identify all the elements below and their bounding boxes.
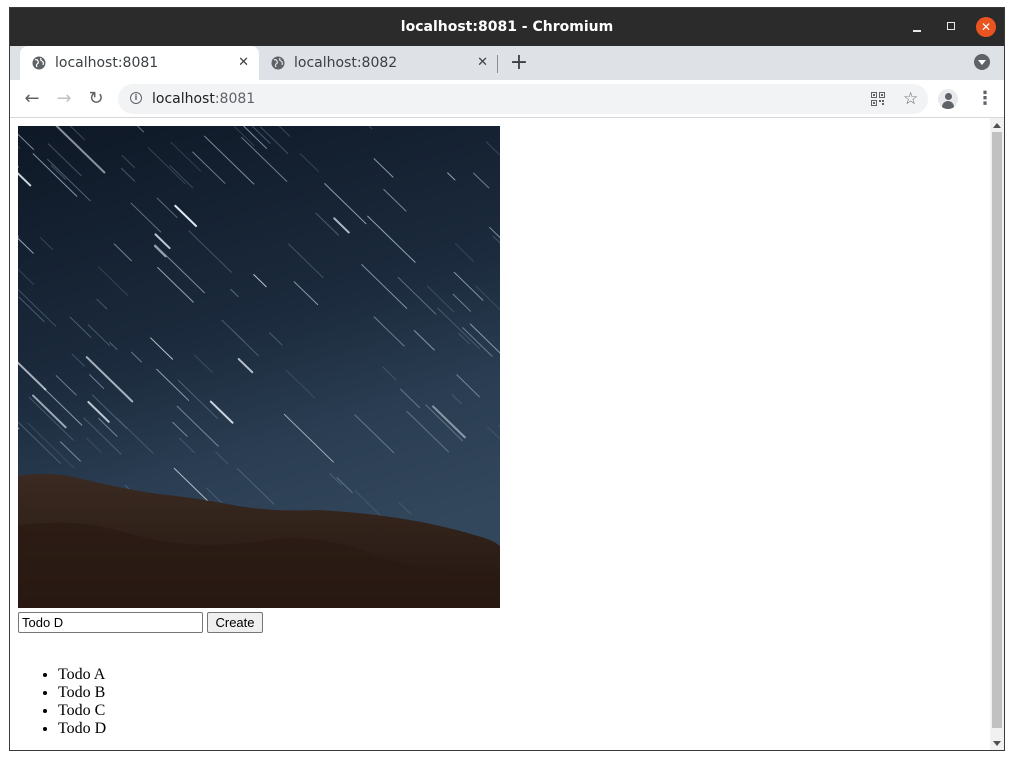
browser-window: localhost:8081 - Chromium ✕ localhost:80… <box>9 7 1005 751</box>
tab-close-icon[interactable]: ✕ <box>477 46 488 80</box>
qr-code-icon[interactable] <box>871 92 885 106</box>
address-bar[interactable]: i localhost:8081 ☆ <box>118 84 928 114</box>
browser-toolbar: ← → ↻ i localhost:8081 ☆ ⋮ <box>10 80 1004 118</box>
tab-label: localhost:8081 <box>55 55 159 71</box>
minimize-icon[interactable] <box>907 17 927 37</box>
window-title: localhost:8081 - Chromium <box>400 19 614 35</box>
bookmark-star-icon[interactable]: ☆ <box>903 87 918 111</box>
vertical-scrollbar[interactable] <box>990 118 1004 750</box>
close-icon[interactable]: ✕ <box>976 17 996 37</box>
todo-input[interactable] <box>18 612 203 633</box>
page-content: Create Todo A Todo B Todo C Todo D <box>10 118 990 750</box>
scroll-down-arrow-icon[interactable] <box>993 741 1001 746</box>
globe-icon <box>271 56 285 70</box>
title-bar: localhost:8081 - Chromium ✕ <box>10 8 1004 46</box>
reload-icon[interactable]: ↻ <box>84 87 108 111</box>
url-port: :8081 <box>214 91 256 107</box>
site-info-icon[interactable]: i <box>130 92 142 104</box>
scrollbar-thumb[interactable] <box>992 132 1002 728</box>
create-button[interactable]: Create <box>207 612 263 633</box>
globe-icon <box>32 56 46 70</box>
scroll-up-arrow-icon[interactable] <box>993 123 1001 128</box>
profile-icon[interactable] <box>938 89 958 109</box>
back-arrow-icon[interactable]: ← <box>20 87 44 111</box>
list-item: Todo C <box>58 702 106 720</box>
menu-dots-icon[interactable]: ⋮ <box>973 87 997 111</box>
tab-label: localhost:8082 <box>294 55 398 71</box>
url-host: localhost <box>152 91 215 107</box>
tab-close-icon[interactable]: ✕ <box>238 46 249 80</box>
new-tab-plus-icon[interactable]: + <box>509 46 529 80</box>
todo-list: Todo A Todo B Todo C Todo D <box>18 666 106 738</box>
url-text[interactable]: localhost:8081 <box>152 84 255 114</box>
forward-arrow-icon[interactable]: → <box>52 87 76 111</box>
list-item: Todo D <box>58 720 106 738</box>
tab-separator <box>497 55 498 73</box>
star-trails-image <box>18 126 500 608</box>
maximize-icon[interactable] <box>942 17 962 37</box>
tab-localhost-8082[interactable]: localhost:8082 ✕ <box>259 46 498 80</box>
tab-localhost-8081[interactable]: localhost:8081 ✕ <box>20 46 259 80</box>
list-item: Todo A <box>58 666 106 684</box>
tab-strip: localhost:8081 ✕ localhost:8082 ✕ <box>10 46 1004 80</box>
list-item: Todo B <box>58 684 106 702</box>
tab-search-icon[interactable] <box>974 54 990 70</box>
